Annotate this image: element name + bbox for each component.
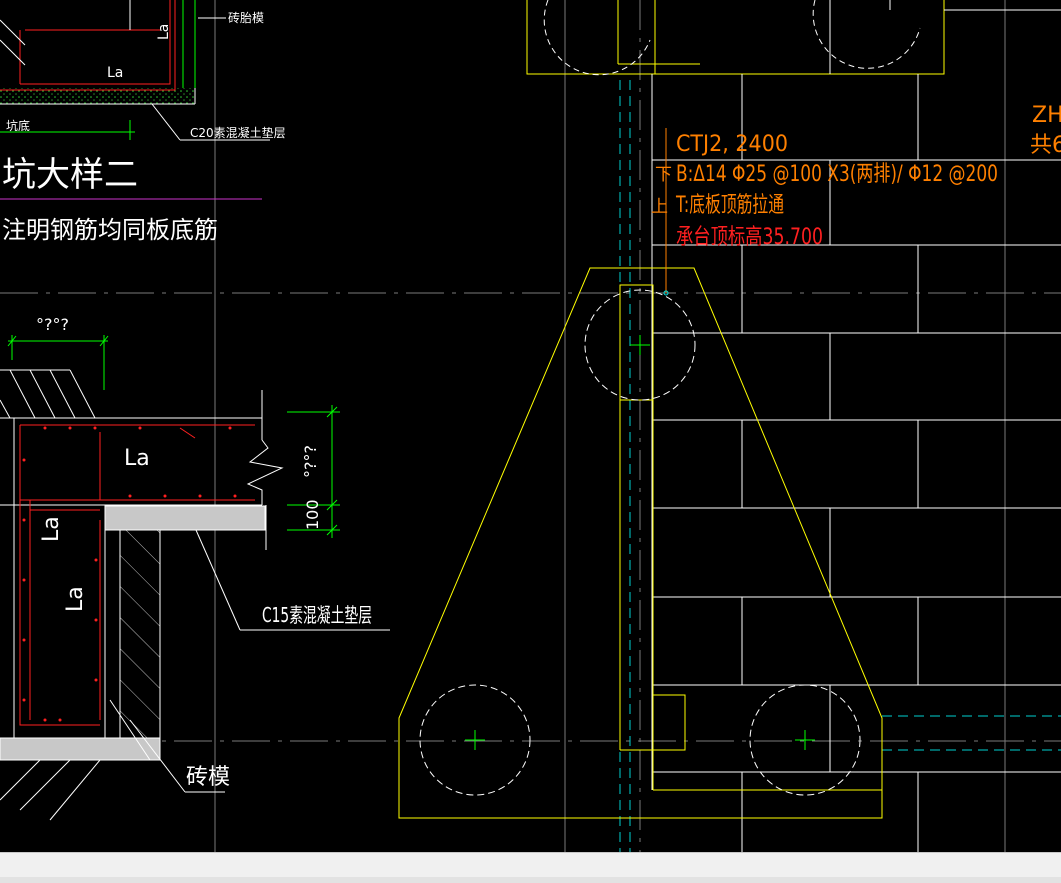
ctj-mark-t: 上: [651, 197, 668, 217]
detail-note: 注明钢筋均同板底筋: [2, 216, 218, 244]
status-bar-stripe: [0, 877, 1061, 883]
dim-right-label: °?°?: [301, 445, 320, 478]
ctj2-annotation[interactable]: CTJ2, 2400 下 B:Δ14 Φ25 @100 X3(两排)/ Φ12 …: [651, 128, 998, 296]
pile-bottom-right[interactable]: [749, 684, 861, 796]
c20-cushion-label: C20素混凝土垫层: [190, 125, 286, 140]
ctj-top-rebar-label: T:底板顶筋拉通: [675, 193, 784, 218]
la-label-slab: La: [124, 446, 150, 471]
pile-bottom-left[interactable]: [419, 684, 531, 796]
left-pit-section: [0, 335, 390, 821]
ctj-mark-b: 下: [655, 165, 672, 185]
cad-viewport[interactable]: CTJ2, 2400 下 B:Δ14 Φ25 @100 X3(两排)/ Φ12 …: [0, 0, 1061, 852]
detail-title: 坑大样二: [2, 155, 138, 195]
dim-100-label: 100: [303, 499, 322, 530]
status-bar: [0, 852, 1061, 883]
pit-bottom-label: 坑底: [6, 118, 30, 133]
cad-drawing-canvas[interactable]: CTJ2, 2400 下 B:Δ14 Φ25 @100 X3(两排)/ Φ12 …: [0, 0, 1061, 852]
top-pile-cap-outline: [526, 0, 1061, 76]
dim-top-label: °?°?: [36, 315, 69, 334]
la-label-wall-inner: La: [63, 586, 88, 612]
edge-top-label: ZH: [1032, 103, 1061, 128]
la-label-wall: La: [39, 516, 64, 542]
top-formwork-label: 砖胎模: [228, 10, 264, 25]
ctj-bottom-rebar-label: B:Δ14 Φ25 @100 X3(两排)/ Φ12 @200: [676, 162, 998, 187]
ctj-name-label: CTJ2, 2400: [676, 132, 788, 157]
c15-cushion-label: C15素混凝土垫层: [262, 603, 372, 627]
la-label-top-vertical: La: [156, 24, 172, 40]
brick-wall-pattern: [651, 74, 1061, 852]
brick-formwork-label: 砖模: [186, 765, 230, 790]
ctj-elevation-label: 承台顶标高35.700: [676, 225, 823, 250]
la-label-top: La: [107, 65, 123, 81]
edge-labels: ZH 共6: [1030, 103, 1061, 158]
edge-bottom-label: 共6: [1030, 133, 1061, 158]
